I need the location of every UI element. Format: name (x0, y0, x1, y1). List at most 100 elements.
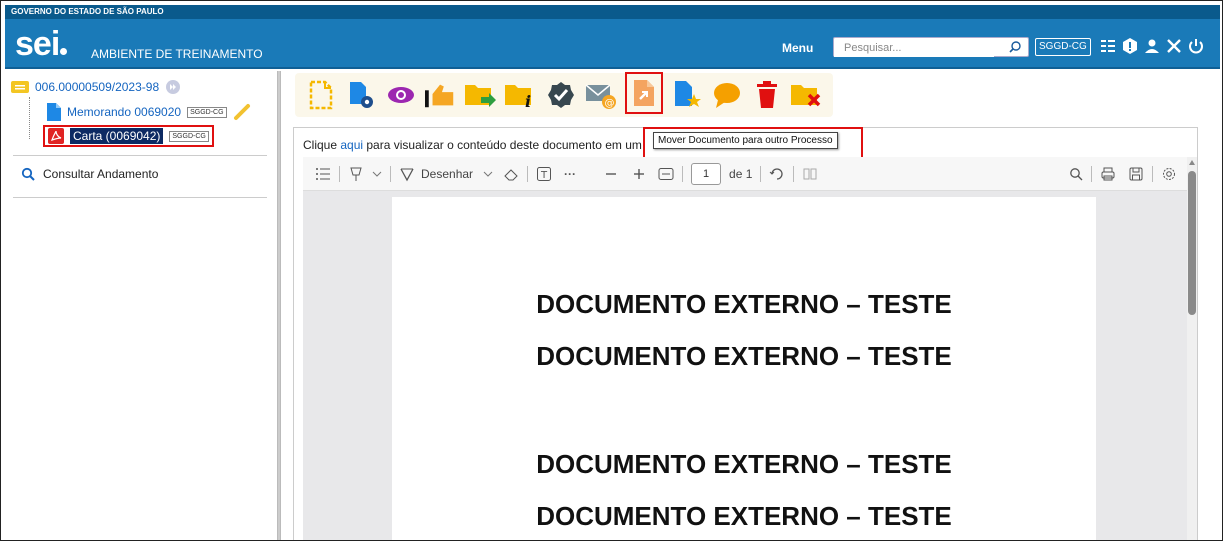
page-view-icon[interactable] (802, 167, 818, 181)
user-icon[interactable] (1143, 37, 1161, 55)
delete-icon (757, 81, 777, 108)
top-header: sei AMBIENTE DE TREINAMENTO Menu SGGD-CG (5, 19, 1220, 69)
logo-text: sei (15, 25, 60, 63)
panel-splitter[interactable] (277, 71, 281, 540)
hint-text: Clique (303, 138, 341, 152)
menu-link[interactable]: Menu (782, 41, 813, 55)
view-button[interactable] (385, 79, 417, 111)
document-text-line: DOCUMENTO EXTERNO – TESTE (536, 449, 952, 479)
send-process-icon (465, 85, 496, 107)
unit-tag: SGGD-CG (169, 130, 209, 142)
pdf-toolbar: Desenhar T ··· 1 de 1 (303, 157, 1187, 191)
page-total: de 1 (729, 166, 753, 181)
document-icon (47, 103, 61, 121)
sei-logo[interactable]: sei (15, 27, 68, 61)
eraser-icon[interactable] (503, 166, 519, 182)
sign-button[interactable] (425, 79, 457, 111)
move-document-icon (634, 80, 654, 106)
government-bar: GOVERNO DO ESTADO DE SÃO PAULO (5, 5, 1220, 19)
pdf-viewport[interactable]: DOCUMENTO EXTERNO – TESTE DOCUMENTO EXTE… (303, 191, 1187, 540)
svg-text:T: T (540, 170, 548, 181)
pen-icon (233, 104, 250, 120)
search-icon (21, 167, 35, 181)
include-document-button[interactable] (305, 79, 337, 111)
divider (13, 197, 267, 198)
delete-button[interactable] (751, 79, 783, 111)
consult-progress-link[interactable]: Consultar Andamento (21, 167, 158, 181)
pdf-icon (48, 128, 64, 144)
search-icon[interactable] (1069, 167, 1083, 181)
list-icon[interactable] (1099, 37, 1117, 55)
search-box (833, 37, 1029, 57)
view-hint: Clique aqui para visualizar o conteúdo d… (303, 138, 642, 152)
environment-label: AMBIENTE DE TREINAMENTO (91, 47, 263, 61)
tree-connector (29, 97, 30, 139)
divider (13, 155, 267, 156)
text-box-icon[interactable]: T (536, 166, 552, 182)
send-email-button[interactable]: @ (585, 79, 617, 111)
confirm-button[interactable] (545, 79, 577, 111)
include-document-icon (309, 80, 333, 110)
favorite-document-icon (675, 81, 701, 107)
view-here-link[interactable]: aqui (340, 138, 363, 152)
contents-icon[interactable] (315, 167, 331, 181)
logo-dot (60, 48, 68, 55)
svg-text:i: i (525, 92, 531, 109)
move-document-button[interactable] (625, 72, 663, 114)
consult-label[interactable]: Consultar Andamento (43, 167, 158, 181)
tree-document-carta[interactable]: Carta (0069042) SGGD-CG (43, 125, 214, 147)
send-email-icon: @ (585, 84, 616, 109)
forward-icon[interactable] (165, 79, 181, 95)
zoom-in-icon[interactable] (632, 167, 646, 181)
process-info-icon: i (505, 85, 531, 109)
sei-window: GOVERNO DO ESTADO DE SÃO PAULO sei AMBIE… (0, 0, 1223, 541)
search-input[interactable] (834, 39, 994, 57)
pdf-page: DOCUMENTO EXTERNO – TESTE DOCUMENTO EXTE… (392, 197, 1096, 540)
process-number[interactable]: 006.00000509/2023-98 (35, 80, 159, 94)
confirm-icon (548, 82, 574, 108)
gear-icon[interactable] (1161, 166, 1177, 182)
search-icon[interactable] (1008, 40, 1022, 54)
view-icon (388, 87, 414, 103)
rotate-icon[interactable] (769, 166, 785, 182)
document-text-line: DOCUMENTO EXTERNO – TESTE (536, 501, 952, 531)
chevron-down-icon[interactable] (372, 170, 382, 178)
fit-page-icon[interactable] (658, 167, 674, 181)
process-info-button[interactable]: i (505, 79, 537, 111)
tree-document-memorando[interactable]: Memorando 0069020 SGGD-CG (47, 103, 251, 121)
document-text-line: DOCUMENTO EXTERNO – TESTE (536, 341, 952, 371)
scroll-up-icon[interactable] (1189, 160, 1195, 165)
unit-tag: SGGD-CG (187, 106, 227, 118)
save-icon[interactable] (1128, 166, 1144, 182)
document-text-line: DOCUMENTO EXTERNO – TESTE (536, 289, 952, 319)
alert-icon[interactable] (1121, 37, 1139, 55)
scrollbar-thumb[interactable] (1188, 171, 1196, 315)
draw-label[interactable]: Desenhar (421, 167, 473, 181)
more-icon[interactable]: ··· (564, 167, 576, 181)
print-icon[interactable] (1100, 166, 1116, 182)
document-label[interactable]: Memorando 0069020 (67, 105, 181, 119)
tools-icon[interactable] (1165, 37, 1183, 55)
process-document-settings-icon (350, 82, 373, 108)
svg-text:@: @ (605, 98, 615, 109)
sign-icon (425, 84, 454, 108)
draw-icon[interactable] (399, 166, 415, 182)
power-icon[interactable] (1187, 37, 1205, 55)
send-process-button[interactable] (465, 79, 497, 111)
folder-open-icon (11, 81, 29, 93)
page-number-input[interactable]: 1 (691, 162, 722, 185)
comment-icon (714, 83, 740, 108)
unit-badge[interactable]: SGGD-CG (1035, 38, 1091, 56)
tree-process[interactable]: 006.00000509/2023-98 (11, 79, 181, 95)
highlight-icon[interactable] (348, 166, 364, 182)
document-label-selected[interactable]: Carta (0069042) (70, 128, 164, 144)
comment-button[interactable] (711, 79, 743, 111)
cancel-document-icon (791, 85, 821, 107)
pdf-scrollbar[interactable] (1187, 157, 1197, 540)
zoom-out-icon[interactable] (604, 167, 618, 181)
chevron-down-icon[interactable] (483, 170, 493, 178)
favorite-document-button[interactable] (671, 79, 703, 111)
process-document-button[interactable] (345, 79, 377, 111)
process-tree-panel: 006.00000509/2023-98 Memorando 0069020 S… (5, 71, 275, 540)
cancel-document-button[interactable] (791, 79, 823, 111)
